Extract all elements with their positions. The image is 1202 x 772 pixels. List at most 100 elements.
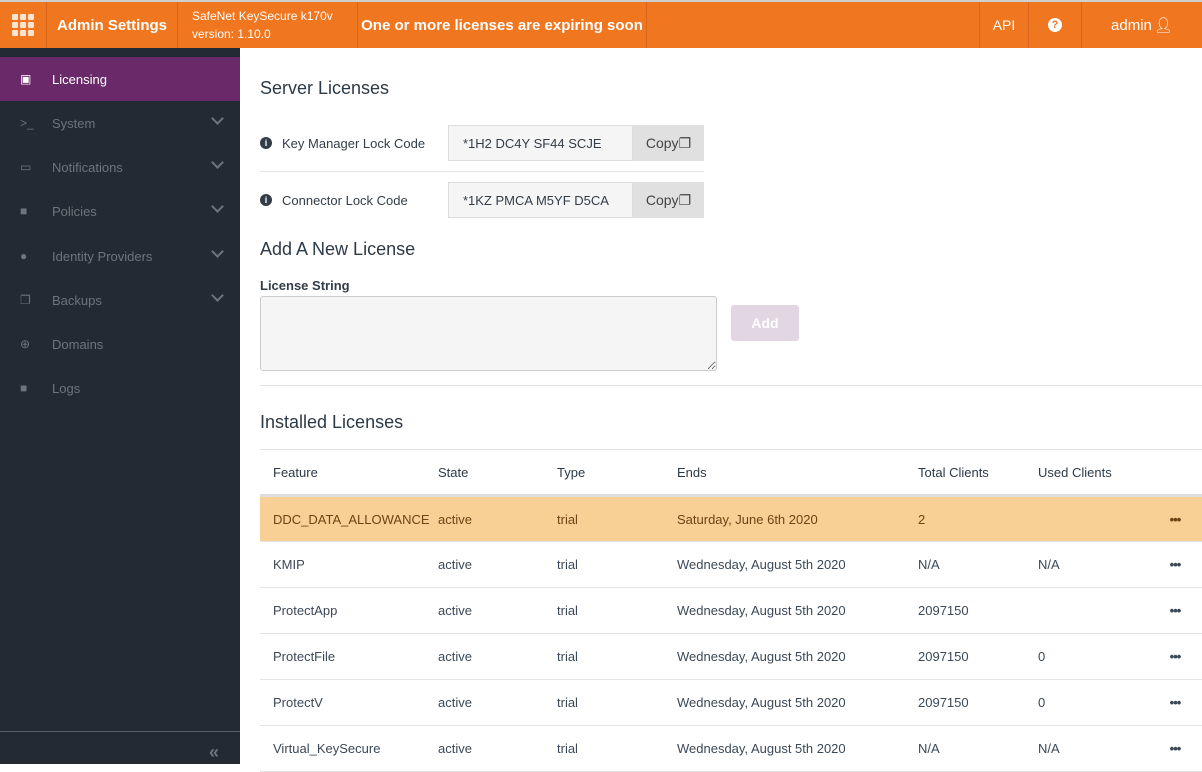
row-menu-icon[interactable]: ••• <box>1148 679 1202 726</box>
app-title[interactable]: Admin Settings <box>47 2 178 48</box>
chevron-down-icon <box>211 112 224 125</box>
table-row[interactable]: ProtectV active trial Wednesday, August 5th… <box>260 679 1202 726</box>
add-license-heading: Add A New License <box>260 239 416 259</box>
cell-feature: KMIP <box>260 541 438 588</box>
sidebar: ▣ Licensing >_ System ▭ Notifications ■ Poli… <box>0 48 240 764</box>
info-icon[interactable]: i <box>260 194 272 206</box>
cell-type: trial <box>557 495 677 542</box>
sidebar-item-label: Backups <box>52 292 102 308</box>
cell-feature: ProtectApp <box>260 587 438 634</box>
cell-feature: Virtual_KeySecure <box>260 725 438 772</box>
id-card-icon: ▣ <box>20 72 32 86</box>
copy-label: Copy <box>645 192 679 208</box>
sidebar-item-label: Licensing <box>52 71 107 87</box>
cell-state: active <box>438 541 557 588</box>
key-manager-lock-code[interactable]: *1H2 DC4Y SF44 SCJE <box>448 125 633 161</box>
cell-type: trial <box>557 725 677 772</box>
table-row[interactable]: Virtual_KeySecure active trial Wednesday, A… <box>260 725 1202 772</box>
add-license-button[interactable]: Add <box>731 305 799 341</box>
copy-icon: ❐ <box>20 293 31 307</box>
sidebar-item-label: Domains <box>52 336 104 352</box>
cell-ends: Wednesday, August 5th 2020 <box>677 541 918 588</box>
sidebar-item-domains[interactable]: ⊕ Domains <box>0 322 240 366</box>
info-icon[interactable]: i <box>260 137 272 149</box>
cell-ends: Wednesday, August 5th 2020 <box>677 633 918 680</box>
cell-used-clients: 0 <box>1038 633 1148 680</box>
column-header[interactable]: State <box>438 449 557 497</box>
row-menu-icon[interactable]: ••• <box>1148 633 1202 680</box>
clipboard-icon: ❐ <box>678 134 692 151</box>
cell-used-clients: 0 <box>1038 679 1148 726</box>
server-licenses-heading: Server Licenses <box>260 78 390 98</box>
cell-total-clients: 2097150 <box>918 633 1038 680</box>
api-link[interactable]: API <box>979 2 1029 48</box>
sidebar-item-backups[interactable]: ❐ Backups <box>0 278 240 322</box>
licenses-table: Feature State Type Ends Total Clients Us… <box>260 449 1202 772</box>
installed-licenses-heading: Installed Licenses <box>260 412 404 432</box>
divider <box>0 731 240 732</box>
clipboard-icon: ❐ <box>678 191 692 208</box>
table-row[interactable]: DDC_DATA_ALLOWANCE active trial Saturday, J… <box>260 495 1202 542</box>
username: admin <box>1111 16 1152 34</box>
column-header[interactable]: Type <box>557 449 677 497</box>
sidebar-item-identity-providers[interactable]: ● Identity Providers <box>0 234 240 278</box>
license-string-input[interactable] <box>260 296 717 371</box>
copy-key-manager-button[interactable]: Copy ❐ <box>633 125 704 161</box>
copy-connector-button[interactable]: Copy ❐ <box>633 182 704 218</box>
cell-total-clients: N/A <box>918 541 1038 588</box>
column-header[interactable]: Ends <box>677 449 918 497</box>
row-menu-icon[interactable]: ••• <box>1148 495 1202 542</box>
copy-label: Copy <box>645 135 679 151</box>
column-header-actions <box>1148 449 1202 497</box>
row-menu-icon[interactable]: ••• <box>1148 587 1202 634</box>
cell-ends: Saturday, June 6th 2020 <box>677 495 918 542</box>
sidebar-item-notifications[interactable]: ▭ Notifications <box>0 145 240 189</box>
help-button[interactable]: ? <box>1029 2 1082 48</box>
cell-type: trial <box>557 541 677 588</box>
column-header[interactable]: Total Clients <box>918 449 1038 497</box>
table-row[interactable]: ProtectFile active trial Wednesday, August … <box>260 633 1202 680</box>
cell-used-clients <box>1038 495 1148 542</box>
cell-state: active <box>438 495 557 542</box>
table-row[interactable]: KMIP active trial Wednesday, August 5th 202… <box>260 541 1202 588</box>
connector-lock-code[interactable]: *1KZ PMCA M5YF D5CA <box>448 182 633 218</box>
cell-ends: Wednesday, August 5th 2020 <box>677 587 918 634</box>
cell-used-clients <box>1038 587 1148 634</box>
top-bar: Admin Settings SafeNet KeySecure k170v ve… <box>0 0 1202 48</box>
cell-type: trial <box>557 587 677 634</box>
row-menu-icon[interactable]: ••• <box>1148 725 1202 772</box>
sidebar-item-logs[interactable]: ■ Logs <box>0 366 240 410</box>
sidebar-item-label: Notifications <box>52 159 123 175</box>
divider <box>260 385 1202 386</box>
cell-type: trial <box>557 679 677 726</box>
cell-total-clients: N/A <box>918 725 1038 772</box>
sidebar-item-policies[interactable]: ■ Policies <box>0 189 240 233</box>
sidebar-item-licensing[interactable]: ▣ Licensing <box>0 57 240 101</box>
key-manager-label: Key Manager Lock Code <box>282 135 426 151</box>
cell-state: active <box>438 633 557 680</box>
product-info: SafeNet KeySecure k170v version: 1.10.0 <box>178 2 358 48</box>
chevron-down-icon <box>211 200 224 213</box>
cell-ends: Wednesday, August 5th 2020 <box>677 679 918 726</box>
divider <box>260 171 704 172</box>
cell-state: active <box>438 725 557 772</box>
product-name: SafeNet KeySecure k170v <box>192 9 333 23</box>
user-menu[interactable]: admin 👤︎ <box>1082 2 1202 48</box>
app-grid-icon[interactable] <box>0 2 47 48</box>
cell-total-clients: 2097150 <box>918 679 1038 726</box>
question-icon: ? <box>1048 18 1062 32</box>
chevron-down-icon <box>211 245 224 258</box>
sidebar-item-label: Identity Providers <box>52 248 153 264</box>
table-row[interactable]: ProtectApp active trial Wednesday, August 5… <box>260 587 1202 634</box>
cell-total-clients: 2097150 <box>918 587 1038 634</box>
cell-state: active <box>438 679 557 726</box>
connector-lock-row: i Connector Lock Code *1KZ PMCA M5YF D5C… <box>260 182 704 218</box>
column-header[interactable]: Feature <box>260 449 438 497</box>
key-manager-lock-row: i Key Manager Lock Code *1H2 DC4Y SF44 S… <box>260 125 704 161</box>
collapse-sidebar-button[interactable]: « <box>209 742 219 763</box>
license-alert[interactable]: One or more licenses are expiring soon <box>358 2 647 48</box>
row-menu-icon[interactable]: ••• <box>1148 541 1202 588</box>
column-header[interactable]: Used Clients <box>1038 449 1148 497</box>
sidebar-item-system[interactable]: >_ System <box>0 101 240 145</box>
cell-feature: ProtectV <box>260 679 438 726</box>
